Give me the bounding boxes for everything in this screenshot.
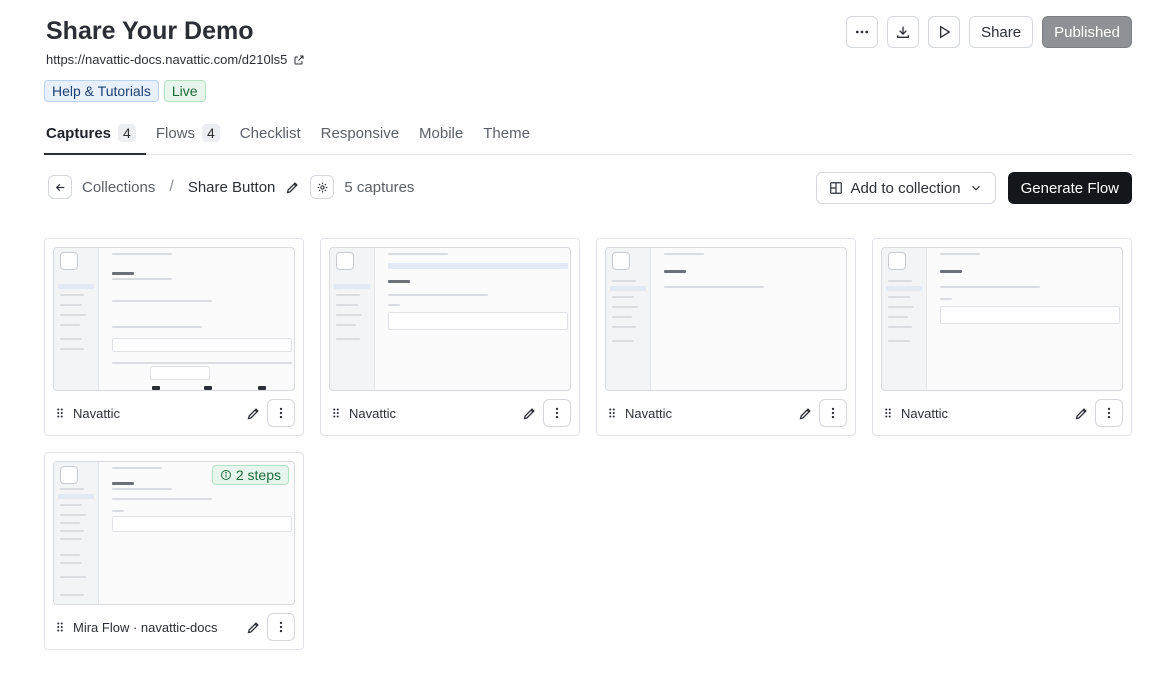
- capture-thumbnail[interactable]: [329, 247, 571, 391]
- share-button[interactable]: Share: [969, 16, 1034, 48]
- capture-card[interactable]: Navattic: [872, 238, 1132, 436]
- breadcrumb-current: Share Button: [187, 178, 276, 196]
- drag-handle-icon[interactable]: [881, 406, 895, 420]
- capture-menu-button[interactable]: [819, 399, 847, 427]
- capture-menu-button[interactable]: [267, 399, 295, 427]
- demo-url-text[interactable]: https://navattic-docs.navattic.com/d210l…: [46, 52, 287, 67]
- add-to-collection-label: Add to collection: [850, 179, 961, 197]
- play-icon: [940, 25, 951, 39]
- steps-badge: 2 steps: [211, 465, 289, 485]
- capture-menu-button[interactable]: [1095, 399, 1123, 427]
- tab-label: Theme: [483, 124, 530, 142]
- captures-count: 5 captures: [344, 178, 415, 196]
- tab-label: Mobile: [419, 124, 464, 142]
- add-to-collection-button[interactable]: Add to collection: [815, 172, 996, 204]
- more-vertical-icon: [279, 621, 283, 633]
- tab-label: Flows: [155, 124, 195, 142]
- drag-handle-icon[interactable]: [605, 406, 619, 420]
- download-button[interactable]: [887, 16, 920, 48]
- more-vertical-icon: [831, 407, 835, 419]
- demo-url[interactable]: https://navattic-docs.navattic.com/d210l…: [46, 52, 305, 67]
- capture-card[interactable]: Navattic: [44, 238, 304, 436]
- capture-thumbnail[interactable]: [881, 247, 1123, 391]
- page-title: Share Your Demo: [46, 17, 254, 45]
- tab-count: 4: [202, 124, 220, 142]
- edit-icon[interactable]: [246, 620, 261, 635]
- tab-checklist[interactable]: Checklist: [238, 112, 311, 154]
- edit-icon[interactable]: [246, 406, 261, 421]
- capture-card[interactable]: Navattic: [320, 238, 580, 436]
- arrow-left-icon: [55, 183, 64, 191]
- tab-label: Responsive: [320, 124, 400, 142]
- download-icon: [897, 26, 910, 38]
- tab-flows[interactable]: Flows 4: [154, 112, 230, 154]
- collection-toolbar: Add to collection Generate Flow: [815, 172, 1132, 204]
- back-button[interactable]: [48, 175, 72, 199]
- flow-menu-button[interactable]: [267, 613, 295, 641]
- tab-mobile[interactable]: Mobile: [417, 112, 473, 154]
- tab-label: Captures: [46, 124, 112, 142]
- external-link-icon[interactable]: [293, 54, 305, 66]
- breadcrumb-separator: /: [169, 178, 174, 195]
- pencil-icon[interactable]: [285, 180, 300, 195]
- breadcrumb-collections[interactable]: Collections: [82, 179, 155, 196]
- drag-handle-icon[interactable]: [53, 406, 67, 420]
- capture-thumbnail[interactable]: [605, 247, 847, 391]
- info-icon: [220, 470, 231, 480]
- drag-handle-icon[interactable]: [329, 406, 343, 420]
- tab-label: Checklist: [239, 124, 301, 142]
- capture-name: Navattic: [349, 405, 396, 421]
- flow-name: Mira Flow · navattic-docs: [73, 619, 218, 635]
- steps-badge-label: 2 steps: [235, 467, 281, 483]
- tab-captures[interactable]: Captures 4: [44, 112, 146, 155]
- capture-menu-button[interactable]: [543, 399, 571, 427]
- chevron-down-icon: [971, 185, 980, 191]
- more-options-button[interactable]: [846, 16, 879, 48]
- flow-card[interactable]: 2 steps Mira Flow · navattic-docs: [44, 452, 304, 650]
- edit-icon[interactable]: [522, 406, 537, 421]
- capture-name: Navattic: [73, 405, 120, 421]
- more-vertical-icon: [1107, 407, 1111, 419]
- gear-icon: [317, 182, 328, 192]
- status-badge-live: Live: [163, 80, 206, 102]
- tag-list: Help & Tutorials Live: [44, 80, 206, 102]
- more-vertical-icon: [279, 407, 283, 419]
- drag-handle-icon[interactable]: [53, 620, 67, 634]
- tab-responsive[interactable]: Responsive: [319, 112, 409, 154]
- capture-name: Navattic: [901, 405, 948, 421]
- tag-help-tutorials[interactable]: Help & Tutorials: [44, 80, 159, 102]
- collection-settings-button[interactable]: [310, 175, 335, 199]
- preview-button[interactable]: [928, 16, 961, 48]
- collection-icon: [829, 182, 842, 194]
- header-actions: Share Published: [846, 16, 1132, 48]
- capture-name: Navattic: [625, 405, 672, 421]
- tab-count: 4: [118, 124, 136, 142]
- more-horizontal-icon: [856, 30, 869, 34]
- tab-bar: Captures 4 Flows 4 Checklist Responsive …: [44, 112, 1132, 155]
- capture-card[interactable]: Navattic: [596, 238, 856, 436]
- generate-flow-button[interactable]: Generate Flow: [1007, 172, 1132, 204]
- edit-icon[interactable]: [798, 406, 813, 421]
- breadcrumb: Collections / Share Button 5 captures: [48, 175, 414, 199]
- more-vertical-icon: [555, 407, 559, 419]
- capture-thumbnail[interactable]: [53, 247, 295, 391]
- published-button[interactable]: Published: [1042, 16, 1132, 48]
- edit-icon[interactable]: [1074, 406, 1089, 421]
- tab-theme[interactable]: Theme: [481, 112, 540, 154]
